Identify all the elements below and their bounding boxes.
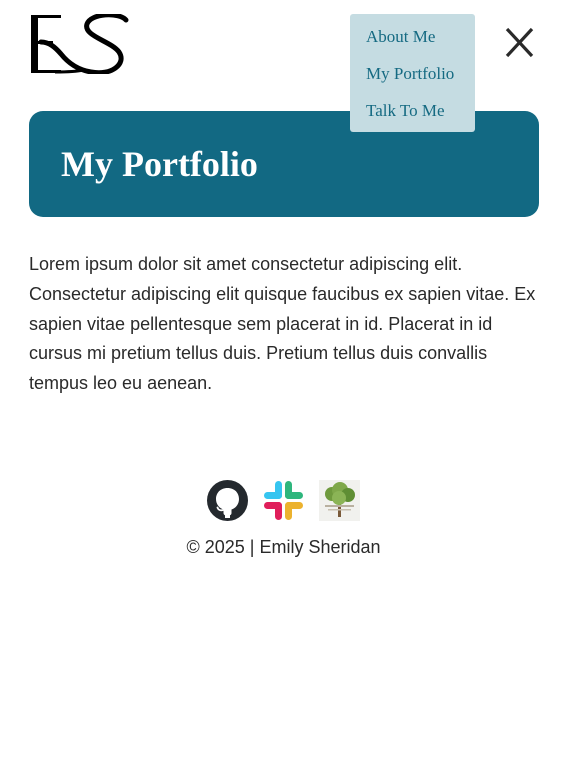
nav-item-about-me[interactable]: About Me: [350, 25, 475, 62]
es-logo-icon: [31, 14, 129, 74]
slack-link[interactable]: [263, 480, 304, 521]
page: About Me My Portfolio Talk To Me My Port…: [0, 0, 561, 773]
close-icon: [505, 27, 534, 58]
site-logo[interactable]: [29, 14, 129, 74]
footer-copyright: © 2025 | Emily Sheridan: [186, 537, 381, 557]
page-title: My Portfolio: [61, 144, 258, 184]
nav-menu: About Me My Portfolio Talk To Me: [350, 14, 475, 132]
tree-logo-link[interactable]: [319, 480, 360, 521]
nav-item-talk-to-me[interactable]: Talk To Me: [350, 99, 475, 136]
intro-paragraph: Lorem ipsum dolor sit amet consectetur a…: [29, 254, 536, 394]
github-icon: [207, 480, 248, 521]
github-link[interactable]: [207, 480, 248, 521]
nav-item-my-portfolio[interactable]: My Portfolio: [350, 62, 475, 99]
slack-icon: [264, 481, 303, 520]
social-links: [207, 480, 360, 521]
close-menu-button[interactable]: [500, 24, 540, 64]
tree-logo-icon: [319, 480, 360, 521]
